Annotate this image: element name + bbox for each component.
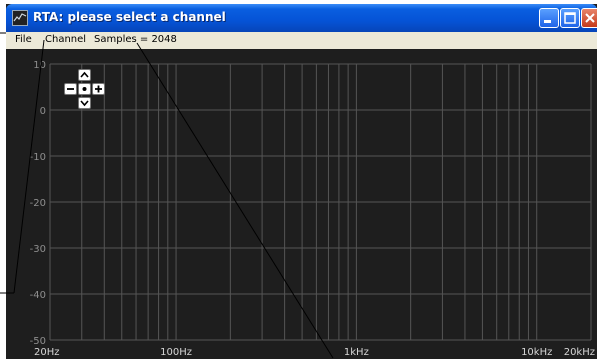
y-tick-label: -10 (30, 152, 46, 163)
menu-channel[interactable]: Channel (45, 34, 86, 45)
maximize-icon (564, 12, 576, 24)
x-tick-label: 1kHz (344, 347, 369, 358)
y-tick-label: 0 (40, 106, 46, 117)
minimize-button[interactable] (539, 8, 559, 28)
menu-bar: File Channel Samples = 2048 (6, 32, 597, 49)
chevron-up-icon (80, 71, 89, 78)
y-tick-label: -50 (30, 336, 46, 347)
x-tick-label: 20Hz (34, 347, 60, 358)
y-tick-label: -40 (30, 290, 46, 301)
dot-icon (82, 87, 87, 91)
menu-file[interactable]: File (15, 34, 32, 45)
zoom-pan-control (62, 69, 107, 110)
menu-samples[interactable]: Samples = 2048 (94, 34, 177, 45)
rta-plot[interactable]: 10 0 -10 -20 -30 -40 -50 20Hz 100Hz 1kHz 10kHz 20kH… (6, 49, 597, 359)
zoom-in-button[interactable] (92, 83, 105, 95)
zoom-down-button[interactable] (78, 97, 91, 109)
plus-icon (95, 85, 102, 93)
x-tick-label: 10kHz (521, 347, 552, 358)
zoom-reset-button[interactable] (78, 83, 91, 95)
close-icon (585, 13, 595, 23)
window-title: RTA: please select a channel (33, 10, 226, 24)
x-tick-label: 100Hz (160, 347, 192, 358)
zoom-out-button[interactable] (64, 83, 77, 95)
maximize-button[interactable] (560, 8, 580, 28)
app-icon (12, 10, 28, 26)
y-tick-label: -20 (30, 198, 46, 209)
title-bar[interactable]: RTA: please select a channel (6, 4, 597, 32)
x-tick-label: 20kHz (564, 347, 595, 358)
rta-window: RTA: please select a channel File Channe… (6, 4, 597, 359)
y-tick-label: -30 (30, 244, 46, 255)
minus-icon (67, 88, 74, 90)
y-tick-label: 10 (33, 60, 46, 71)
close-button[interactable] (581, 8, 597, 28)
minimize-icon (544, 20, 551, 23)
chevron-down-icon (80, 100, 89, 107)
zoom-up-button[interactable] (78, 69, 91, 81)
